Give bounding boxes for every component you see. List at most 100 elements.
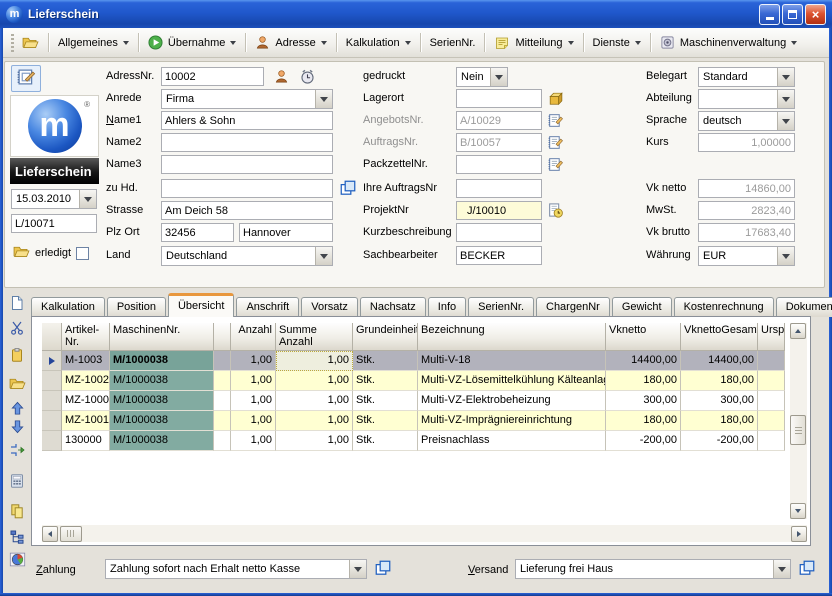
chevron-down-icon[interactable] (777, 112, 794, 130)
tab-position[interactable]: Position (107, 297, 166, 317)
toolbar-item-dienste[interactable]: Dienste (589, 35, 645, 51)
alarm-clock-icon[interactable] (298, 67, 316, 85)
project-clock-icon[interactable] (546, 201, 564, 219)
cell-artikelnr[interactable]: MZ-1000 (62, 391, 110, 411)
toolbar-item-allgemeines[interactable]: Allgemeines (54, 35, 133, 51)
horizontal-scroll-thumb[interactable] (60, 526, 82, 542)
tab-gewicht[interactable]: Gewicht (612, 297, 672, 317)
cell-artikelnr[interactable]: 130000 (62, 431, 110, 451)
table-row[interactable]: MZ-1002M/10000381,001,00Stk.Multi-VZ-Lös… (42, 371, 785, 391)
mwst-field[interactable] (698, 201, 795, 220)
projektnr-field[interactable] (456, 201, 542, 220)
close-button[interactable]: × (805, 4, 826, 25)
belegart-select[interactable]: Standard (698, 67, 795, 87)
cell-grundeinheit[interactable]: Stk. (353, 351, 418, 371)
cell-vknettogesamt[interactable]: -200,00 (681, 431, 758, 451)
cell-bezeichnung[interactable]: Multi-VZ-Imprägniereinrichtung (418, 411, 606, 431)
chevron-down-icon[interactable] (777, 247, 794, 265)
cell-summe-anzahl[interactable]: 1,00 (276, 351, 353, 371)
strasse-field[interactable] (161, 201, 333, 220)
minimize-button[interactable] (759, 4, 780, 25)
toolbar-item-mitteilung[interactable]: Mitteilung (490, 33, 577, 53)
folder-open-button[interactable] (18, 32, 43, 53)
cell-maschinennr[interactable]: M/1000038 (110, 391, 214, 411)
cell-maschinennr[interactable]: M/1000038 (110, 371, 214, 391)
table-row[interactable]: 130000M/10000381,001,00Stk.Preisnachlass… (42, 431, 785, 451)
toolbar-item-adresse[interactable]: Adresse (251, 33, 330, 52)
lagerort-field[interactable] (456, 89, 542, 108)
cell-grundeinheit[interactable]: Stk. (353, 431, 418, 451)
auftragsnr-field[interactable] (456, 133, 542, 152)
cell-urspr[interactable] (758, 431, 785, 451)
cell-bezeichnung[interactable]: Multi-V-18 (418, 351, 606, 371)
cell-bezeichnung[interactable]: Multi-VZ-Elektrobeheizung (418, 391, 606, 411)
column-header-selector[interactable] (42, 323, 62, 351)
plz-field[interactable] (161, 223, 234, 242)
cell-anzahl[interactable]: 1,00 (231, 351, 276, 371)
tab-vorsatz[interactable]: Vorsatz (301, 297, 358, 317)
row-selector[interactable] (42, 351, 62, 371)
document-number-field[interactable] (11, 214, 97, 233)
cell-summe-anzahl[interactable]: 1,00 (276, 391, 353, 411)
chevron-down-icon[interactable] (315, 247, 332, 265)
cell-vknettogesamt[interactable]: 180,00 (681, 411, 758, 431)
cell-vknettogesamt[interactable]: 180,00 (681, 371, 758, 391)
toolbar-item-maschinenverwaltung[interactable]: Maschinenverwaltung (656, 33, 801, 52)
cell-grundeinheit[interactable]: Stk. (353, 371, 418, 391)
cell-bezeichnung[interactable]: Multi-VZ-Lösemittelkühlung Kälteanlage (418, 371, 606, 391)
zahlung-select[interactable]: Zahlung sofort nach Erhalt netto Kasse (105, 559, 367, 579)
name3-field[interactable] (161, 155, 333, 174)
vk-netto-field[interactable] (698, 179, 795, 198)
tab-anschrift[interactable]: Anschrift (236, 297, 299, 317)
cell-vknetto[interactable]: 14400,00 (606, 351, 681, 371)
tab-kalkulation[interactable]: Kalkulation (31, 297, 105, 317)
copy-icon[interactable] (798, 559, 816, 577)
angebotsnr-field[interactable] (456, 111, 542, 130)
column-header-artikel[interactable]: Artikel-Nr. (62, 323, 110, 351)
document-date-select[interactable]: 15.03.2010 (11, 189, 97, 209)
lookup-notepad-icon[interactable] (546, 133, 564, 151)
cell-maschinennr[interactable]: M/1000038 (110, 431, 214, 451)
zuhd-field[interactable] (161, 179, 333, 198)
cell-vknetto[interactable]: 180,00 (606, 371, 681, 391)
cell-summe-anzahl[interactable]: 1,00 (276, 371, 353, 391)
column-header-vknetto[interactable]: Vknetto (606, 323, 681, 351)
anrede-select[interactable]: Firma (161, 89, 333, 109)
name2-field[interactable] (161, 133, 333, 152)
cell-vknetto[interactable]: -200,00 (606, 431, 681, 451)
cut-icon[interactable] (8, 319, 26, 337)
cell-urspr[interactable] (758, 351, 785, 371)
move-up-icon[interactable] (8, 399, 26, 417)
scroll-down-button[interactable] (790, 503, 806, 519)
cell-maschinennr[interactable]: M/1000038 (110, 351, 214, 371)
name1-field[interactable] (161, 111, 333, 130)
erledigt-checkbox[interactable] (76, 247, 89, 260)
cell-anzahl[interactable]: 1,00 (231, 391, 276, 411)
column-header-einheit[interactable]: Grundeinheit (353, 323, 418, 351)
chevron-down-icon[interactable] (777, 68, 794, 86)
cell-vknettogesamt[interactable]: 300,00 (681, 391, 758, 411)
tab-uebersicht[interactable]: Übersicht (168, 293, 234, 317)
move-down-icon[interactable] (8, 417, 26, 435)
abteilung-select[interactable] (698, 89, 795, 109)
chevron-down-icon[interactable] (777, 90, 794, 108)
cell-anzahl[interactable]: 1,00 (231, 371, 276, 391)
row-selector[interactable] (42, 431, 62, 451)
kurs-field[interactable] (698, 133, 795, 152)
cell-summe-anzahl[interactable]: 1,00 (276, 411, 353, 431)
lookup-notepad-icon[interactable] (546, 111, 564, 129)
cell-artikelnr[interactable]: MZ-1001 (62, 411, 110, 431)
calculator-icon[interactable] (8, 472, 26, 490)
tab-seriennr[interactable]: SerienNr. (468, 297, 534, 317)
vk-brutto-field[interactable] (698, 223, 795, 242)
new-document-icon[interactable] (8, 294, 26, 312)
row-selector[interactable] (42, 411, 62, 431)
cell-bezeichnung[interactable]: Preisnachlass (418, 431, 606, 451)
ort-field[interactable] (239, 223, 333, 242)
column-header-blank[interactable] (214, 323, 231, 351)
cell-blank[interactable] (214, 391, 231, 411)
cell-urspr[interactable] (758, 371, 785, 391)
notepad-pen-button[interactable] (11, 65, 41, 92)
vertical-scroll-thumb[interactable] (790, 415, 806, 445)
column-header-vkgesamt[interactable]: VknettoGesamt (681, 323, 758, 351)
